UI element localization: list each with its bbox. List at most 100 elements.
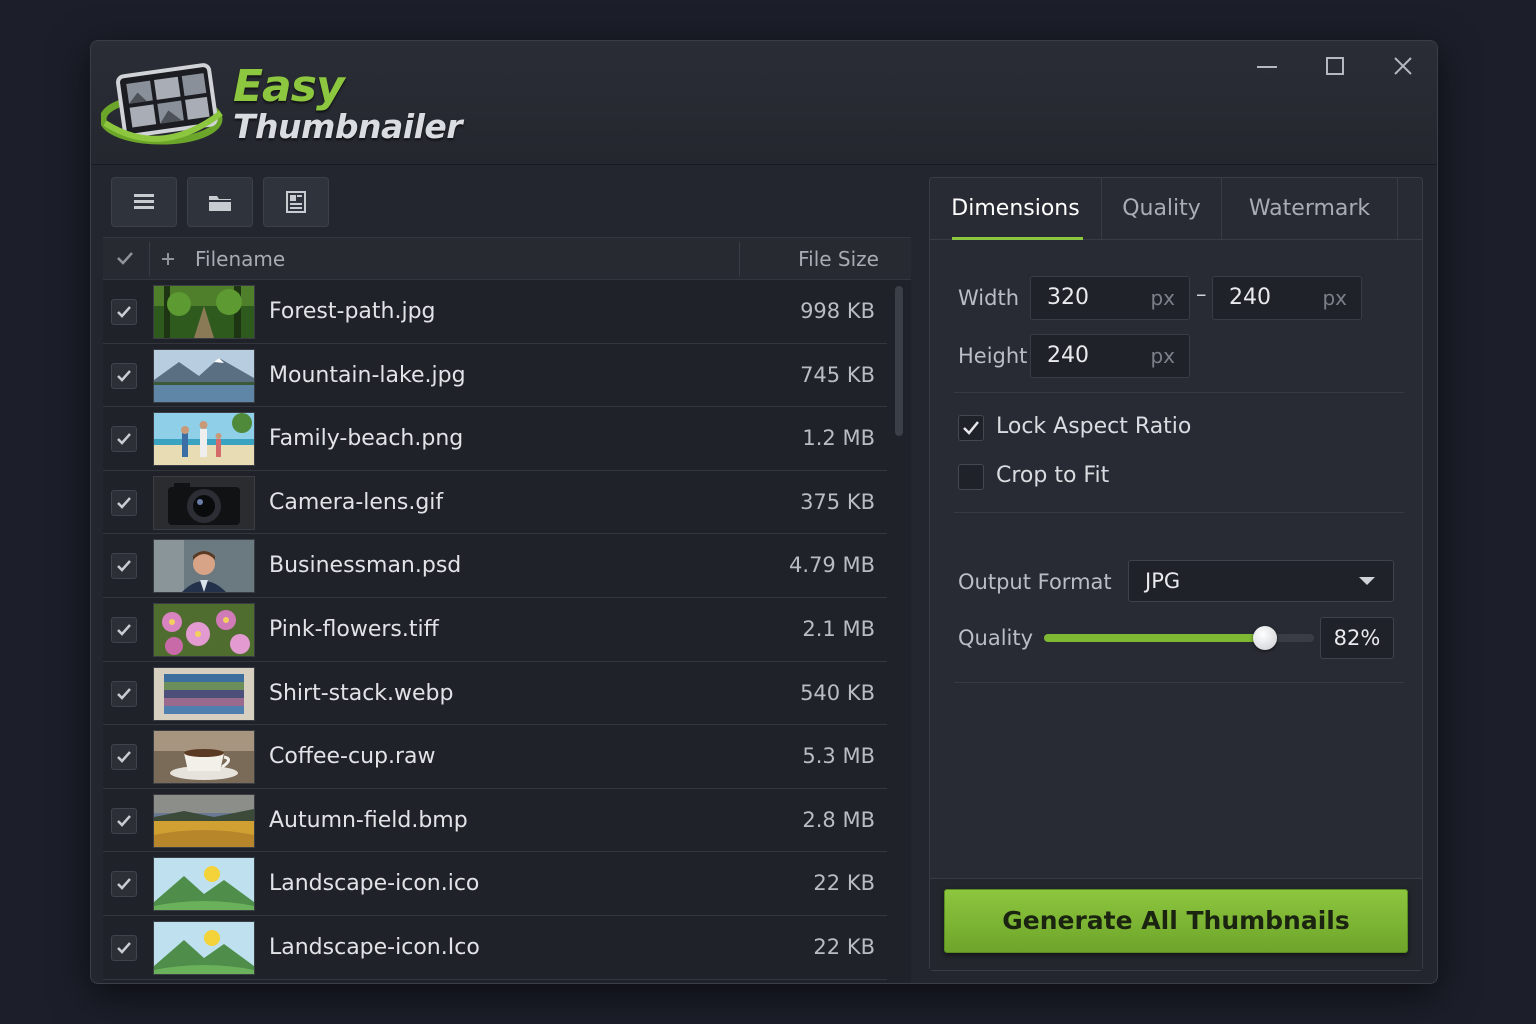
app-logo-icon — [101, 63, 223, 145]
thumbnail-image — [154, 603, 254, 656]
row-checkbox[interactable] — [111, 616, 137, 643]
table-row[interactable]: Shirt-stack.webp 540 KB — [103, 662, 887, 726]
row-checkbox[interactable] — [111, 362, 137, 389]
tab-quality[interactable]: Quality — [1102, 178, 1222, 240]
section-divider — [954, 392, 1404, 393]
table-row[interactable]: Landscape-icon.Ico 22 KB — [103, 916, 887, 980]
file-size: 745 KB — [800, 362, 875, 387]
file-size: 998 KB — [800, 299, 875, 323]
file-name: Camera-lens.gif — [269, 489, 444, 515]
layout-button[interactable] — [263, 177, 329, 227]
thumbnail-preview — [153, 666, 255, 721]
maximize-icon — [1326, 57, 1344, 75]
table-row[interactable]: Mountain-lake.jpg 745 KB — [103, 344, 887, 408]
tab-dimensions[interactable]: Dimensions — [930, 178, 1102, 240]
thumbnail-preview — [153, 285, 255, 339]
thumbnail-image — [154, 794, 254, 847]
thumbnail-image — [154, 349, 254, 402]
maximize-button[interactable] — [1315, 53, 1355, 81]
title-bar: Easy Thumbnailer — [91, 41, 1437, 165]
quality-value[interactable]: 82% — [1320, 617, 1394, 659]
file-name: Pink-flowers.tiff — [269, 616, 439, 642]
file-name: Forest-path.jpg — [269, 299, 436, 324]
check-icon — [117, 687, 131, 700]
generate-bar: Generate All Thumbnails — [930, 878, 1422, 970]
select-all-checkbox[interactable] — [113, 246, 137, 270]
row-checkbox[interactable] — [111, 426, 137, 453]
check-icon — [117, 560, 131, 573]
row-checkbox[interactable] — [111, 871, 137, 898]
row-checkbox[interactable] — [111, 489, 137, 516]
file-name: Landscape-icon.Ico — [269, 934, 480, 960]
settings-tabs: Dimensions Quality Watermark — [930, 178, 1422, 240]
settings-panel: Dimensions Quality Watermark Width 320 p… — [929, 177, 1423, 971]
row-checkbox[interactable] — [111, 553, 137, 580]
sort-icon[interactable] — [161, 238, 175, 280]
check-icon — [117, 814, 131, 827]
height-label: Height — [958, 344, 1028, 368]
open-folder-button[interactable] — [187, 177, 253, 227]
thumbnail-image — [154, 921, 254, 974]
table-row[interactable]: Landscape-icon.ico 22 KB — [103, 852, 887, 916]
quality-slider[interactable] — [1044, 626, 1314, 650]
filename-column-header[interactable]: Filename — [195, 238, 285, 280]
check-icon — [963, 421, 979, 435]
table-row[interactable]: Camera-lens.gif 375 KB — [103, 471, 887, 535]
list-view-button[interactable] — [111, 177, 177, 227]
lock-aspect-label: Lock Aspect Ratio — [996, 414, 1192, 439]
row-checkbox[interactable] — [111, 807, 137, 834]
check-icon — [117, 496, 131, 509]
check-icon — [117, 306, 131, 318]
thumbnail-preview — [153, 475, 255, 530]
chevron-down-icon — [1359, 577, 1375, 585]
header-separator — [739, 242, 740, 276]
thumbnail-image — [154, 476, 254, 529]
tab-watermark[interactable]: Watermark — [1222, 178, 1398, 240]
width-input-2[interactable]: 240 px — [1212, 276, 1362, 320]
thumbnail-image — [154, 858, 254, 911]
lock-aspect-checkbox[interactable] — [958, 415, 984, 441]
output-format-label: Output Format — [958, 570, 1112, 594]
row-checkbox[interactable] — [111, 744, 137, 771]
dimension-separator: – — [1196, 282, 1207, 306]
check-icon — [117, 252, 133, 265]
row-checkbox[interactable] — [111, 934, 137, 961]
table-row[interactable]: Coffee-cup.raw 5.3 MB — [103, 725, 887, 789]
thumbnail-preview — [153, 793, 255, 848]
row-checkbox[interactable] — [111, 680, 137, 707]
table-row[interactable]: Pink-flowers.tiff 2.1 MB — [103, 598, 887, 662]
generate-all-button[interactable]: Generate All Thumbnails — [944, 889, 1408, 953]
thumbnail-image — [154, 540, 254, 593]
output-format-select[interactable]: JPG — [1128, 560, 1394, 602]
filesize-column-header[interactable]: File Size — [798, 238, 879, 280]
list-scrollbar[interactable] — [895, 286, 903, 436]
folder-icon — [209, 196, 231, 211]
thumbnail-preview — [153, 539, 255, 594]
quality-slider-handle[interactable] — [1253, 626, 1278, 650]
width-value: 320 — [1047, 285, 1089, 310]
table-row[interactable]: Family-beach.png 1.2 MB — [103, 407, 887, 471]
thumbnail-preview — [153, 602, 255, 657]
check-icon — [117, 433, 131, 446]
thumbnail-image — [154, 413, 254, 466]
width-input[interactable]: 320 px — [1030, 276, 1190, 320]
table-row[interactable]: Autumn-field.bmp 2.8 MB — [103, 789, 887, 853]
header-separator — [149, 242, 150, 276]
file-list-header: Filename File Size — [103, 238, 911, 280]
app-window: Easy Thumbnailer Filename File Size Fore… — [90, 40, 1438, 984]
close-button[interactable] — [1383, 53, 1423, 81]
height-unit: px — [1150, 344, 1175, 368]
width-unit: px — [1150, 286, 1175, 310]
height-input[interactable]: 240 px — [1030, 334, 1190, 378]
crop-to-fit-checkbox[interactable] — [958, 464, 984, 490]
table-row[interactable]: Businessman.psd 4.79 MB — [103, 534, 887, 598]
plus-icon — [162, 253, 174, 265]
row-checkbox[interactable] — [111, 299, 137, 325]
minimize-icon — [1257, 66, 1277, 68]
check-icon — [117, 624, 131, 636]
thumbnail-image — [154, 667, 254, 720]
minimize-button[interactable] — [1247, 53, 1287, 81]
table-row[interactable]: Forest-path.jpg 998 KB — [103, 280, 887, 344]
file-size: 5.3 MB — [802, 744, 875, 769]
file-size: 22 KB — [813, 871, 875, 896]
